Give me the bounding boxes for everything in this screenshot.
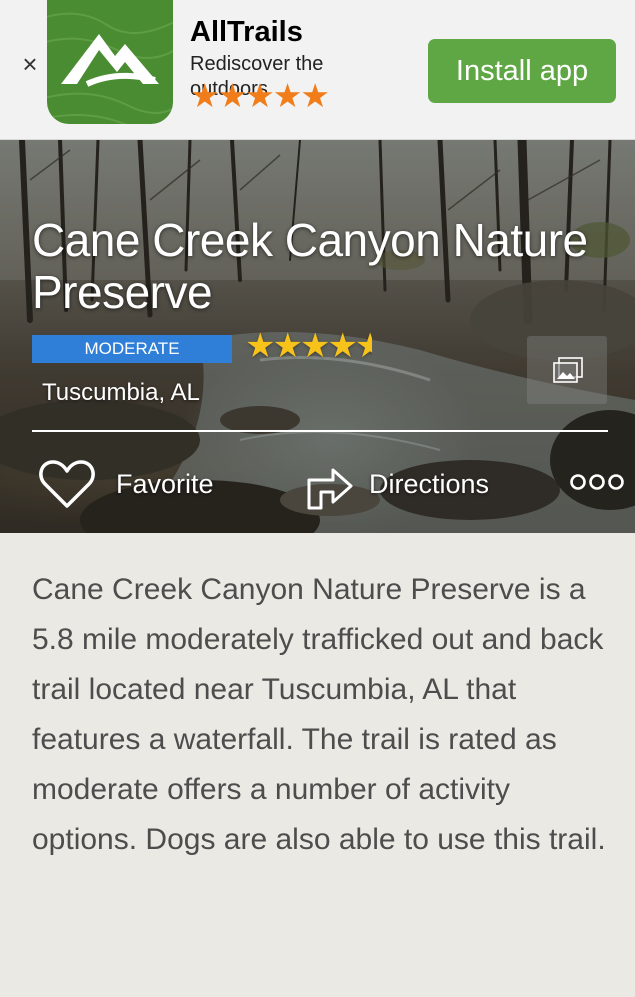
trail-hero: Cane Creek Canyon Nature Preserve MODERA… — [0, 140, 635, 533]
difficulty-badge: MODERATE — [32, 335, 232, 363]
rating-full-stars: ★★★★ — [245, 327, 358, 365]
trail-location: Tuscumbia, AL — [42, 379, 200, 406]
more-dots-icon — [570, 474, 624, 490]
app-name: AllTrails — [190, 16, 303, 48]
trail-description: Cane Creek Canyon Nature Preserve is a 5… — [32, 573, 606, 856]
app-install-banner: × AllTrails Rediscover the outdoors ★★★★… — [0, 0, 635, 140]
alltrails-logo-icon[interactable] — [47, 0, 173, 124]
directions-label: Directions — [369, 468, 490, 499]
directions-button[interactable]: Directions — [303, 458, 489, 510]
hero-divider — [32, 430, 608, 432]
photo-gallery-icon — [553, 357, 583, 383]
trail-rating-stars: ★★★★★ — [245, 326, 372, 366]
favorite-label: Favorite — [116, 468, 214, 499]
favorite-button[interactable]: Favorite — [38, 458, 214, 510]
turn-right-arrow-icon — [307, 468, 353, 510]
close-banner-button[interactable]: × — [18, 50, 42, 78]
trail-title: Cane Creek Canyon Nature Preserve — [32, 214, 588, 318]
rating-half-star: ★ — [354, 327, 372, 365]
install-app-button[interactable]: Install app — [428, 39, 616, 103]
photo-gallery-button[interactable] — [527, 336, 607, 404]
heart-outline-icon — [39, 460, 95, 508]
more-options-button[interactable] — [569, 470, 625, 494]
app-rating-stars: ★★★★★ — [190, 77, 330, 114]
